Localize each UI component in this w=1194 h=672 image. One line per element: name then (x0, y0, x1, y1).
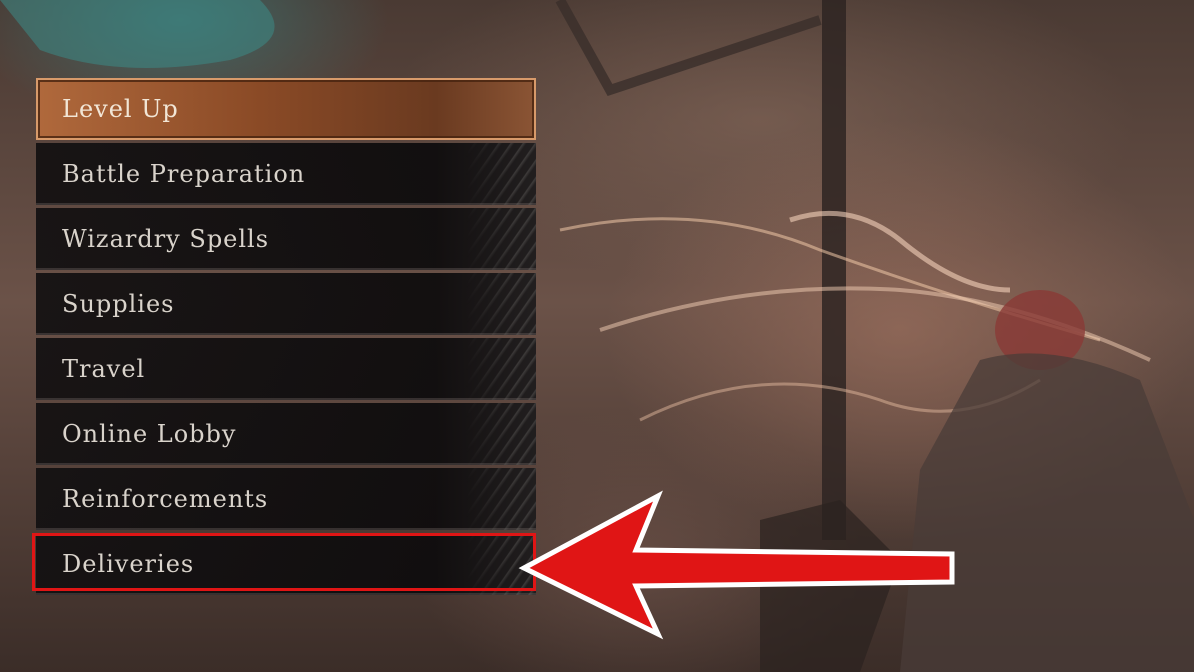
menu-item-label: Travel (62, 355, 146, 383)
menu-item-reinforcements[interactable]: Reinforcements (36, 468, 536, 530)
menu-item-label: Online Lobby (62, 420, 237, 448)
menu-item-online-lobby[interactable]: Online Lobby (36, 403, 536, 465)
menu-item-label: Deliveries (62, 550, 195, 578)
main-menu: Level Up Battle Preparation Wizardry Spe… (36, 78, 536, 598)
menu-item-label: Wizardry Spells (62, 225, 270, 253)
menu-item-label: Level Up (62, 95, 179, 123)
menu-item-wizardry-spells[interactable]: Wizardry Spells (36, 208, 536, 270)
menu-item-supplies[interactable]: Supplies (36, 273, 536, 335)
menu-item-level-up[interactable]: Level Up (36, 78, 536, 140)
menu-item-label: Supplies (62, 290, 175, 318)
menu-item-travel[interactable]: Travel (36, 338, 536, 400)
menu-item-label: Reinforcements (62, 485, 269, 513)
menu-item-deliveries[interactable]: Deliveries (36, 533, 536, 595)
red-arrow-icon (518, 490, 955, 640)
menu-item-battle-preparation[interactable]: Battle Preparation (36, 143, 536, 205)
menu-item-label: Battle Preparation (62, 160, 306, 188)
